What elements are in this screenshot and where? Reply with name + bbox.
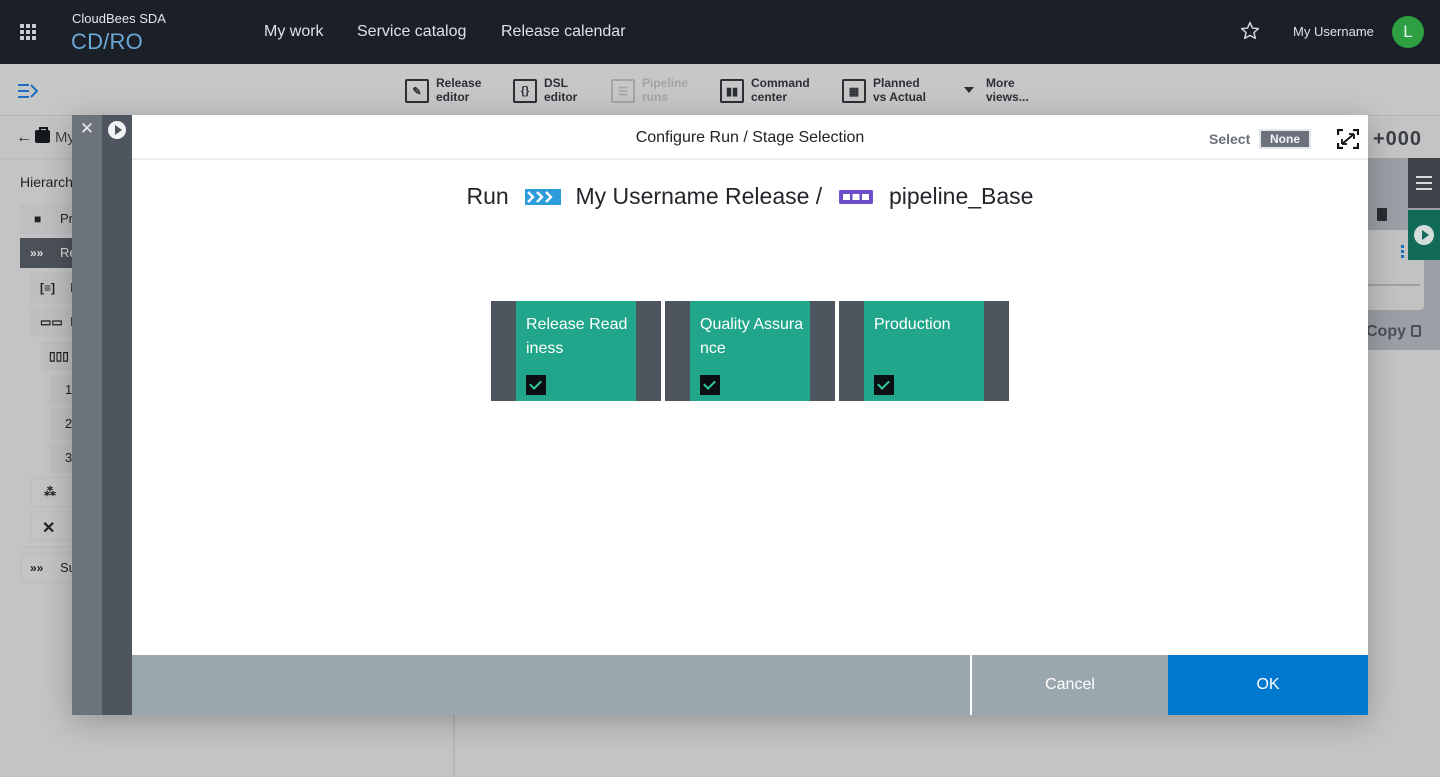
ok-button[interactable]: OK [1168, 655, 1368, 715]
view-label: Planned vs Actual [873, 76, 926, 104]
release-icon: »» [30, 246, 44, 260]
stage-body[interactable]: Quality Assurance [690, 301, 810, 401]
run-tab[interactable] [1408, 210, 1440, 260]
panel-divider [453, 715, 455, 777]
braces-icon: {} [513, 79, 537, 103]
expand-icon[interactable] [1337, 129, 1359, 149]
view-label: Release editor [436, 76, 482, 104]
tools-icon: ✕ [42, 520, 56, 537]
view-toolbar: ✎ Release editor {} DSL editor ☰ Pipelin… [0, 64, 1440, 121]
pipeline-icon [838, 189, 873, 204]
stage-checkbox[interactable] [874, 375, 894, 395]
list-bracket-icon: [≡] [40, 281, 55, 295]
hierarchy-label: Hierarch [20, 174, 73, 190]
release-icon: »» [30, 561, 44, 575]
modal-rail [72, 115, 102, 715]
stage-list: Release Readiness Quality Assurance Prod… [491, 301, 1013, 401]
view-pipeline-runs[interactable]: ☰ Pipeline runs [611, 76, 688, 110]
avatar[interactable]: L [1392, 16, 1424, 48]
dialog-header: Configure Run / Stage Selection Select N… [132, 115, 1368, 160]
copy-button[interactable]: Copy [1366, 323, 1406, 341]
pipeline-icon: ▭▭ [40, 315, 63, 329]
dialog-footer: Cancel OK [132, 655, 1368, 715]
run-prefix: Run [466, 183, 509, 210]
tree-divider [20, 546, 80, 548]
release-icon [525, 188, 562, 205]
close-icon[interactable]: ✕ [79, 120, 95, 137]
list-icon: ☰ [611, 79, 635, 103]
run-heading: Run My Username Release / pipeline_Base [132, 182, 1368, 210]
stage-name: Release Readiness [526, 316, 628, 357]
view-dsl-editor[interactable]: {} DSL editor [513, 76, 577, 110]
stage-body[interactable]: Release Readiness [516, 301, 636, 401]
view-label: Command center [751, 76, 810, 104]
select-label: Select [1209, 131, 1251, 147]
calendar-grid-icon: ▦ [842, 79, 866, 103]
trash-icon[interactable] [1377, 208, 1387, 221]
briefcase-icon [35, 127, 50, 143]
modal-rail-secondary [102, 115, 132, 715]
back-arrow-icon[interactable]: ← [16, 129, 32, 147]
nav-service-catalog[interactable]: Service catalog [357, 23, 466, 41]
view-label: More views... [986, 76, 1029, 104]
brand-title[interactable]: CD/RO [71, 29, 143, 55]
play-icon [1414, 225, 1434, 245]
briefcase-icon: ■ [34, 212, 42, 226]
stage-checkbox[interactable] [700, 375, 720, 395]
star-icon[interactable] [1239, 20, 1261, 42]
view-command-center[interactable]: ▮▮ Command center [720, 76, 810, 110]
play-icon [108, 121, 126, 139]
grid-icon[interactable] [20, 24, 36, 40]
stage-checkbox[interactable] [526, 375, 546, 395]
tree-item-subrelease[interactable]: »» Su [20, 553, 80, 583]
nav-my-work[interactable]: My work [264, 23, 324, 41]
copy-icon[interactable] [1411, 325, 1421, 337]
dialog-title: Configure Run / Stage Selection [635, 129, 865, 146]
stage-body[interactable]: Production [864, 301, 984, 401]
brand-subtitle: CloudBees SDA [72, 11, 166, 26]
stages-icon: ▯▯▯ [49, 349, 69, 363]
tree-item-release[interactable]: »» Re [20, 238, 80, 268]
view-planned-vs-actual[interactable]: ▦ Planned vs Actual [842, 76, 926, 110]
view-label: Pipeline runs [642, 76, 689, 104]
release-name: My Username Release / [575, 183, 823, 210]
card-divider [1368, 284, 1420, 286]
caret-down-icon [964, 87, 974, 93]
stage-card-production[interactable]: Production [839, 301, 1009, 401]
cancel-button[interactable]: Cancel [970, 655, 1168, 715]
sidebar-toggle-icon[interactable] [18, 83, 38, 99]
stage-name: Production [874, 316, 951, 333]
configure-run-dialog: Configure Run / Stage Selection Select N… [132, 115, 1368, 655]
nav-release-calendar[interactable]: Release calendar [501, 23, 626, 41]
view-release-editor[interactable]: ✎ Release editor [405, 76, 482, 121]
stage-card-release-readiness[interactable]: Release Readiness [491, 301, 661, 401]
username[interactable]: My Username [1293, 24, 1374, 39]
view-label: DSL editor [544, 76, 578, 104]
more-vertical-icon[interactable] [1401, 245, 1404, 259]
tree-item-project[interactable]: ■ Pr [20, 204, 80, 234]
select-none-button[interactable]: None [1259, 129, 1311, 149]
nodes-icon: ⁂ [44, 485, 56, 499]
bar-chart-icon: ▮▮ [720, 79, 744, 103]
menu-tab[interactable] [1408, 158, 1440, 208]
add-stage-button[interactable]: +000 [1373, 128, 1422, 151]
pipeline-name: pipeline_Base [888, 183, 1034, 210]
top-navbar: CloudBees SDA CD/RO My work Service cata… [0, 0, 1440, 64]
stage-name: Quality Assurance [700, 316, 804, 357]
stage-card-quality-assurance[interactable]: Quality Assurance [665, 301, 835, 401]
pencil-icon: ✎ [405, 79, 429, 103]
view-more-views[interactable]: More views... [958, 76, 1029, 110]
